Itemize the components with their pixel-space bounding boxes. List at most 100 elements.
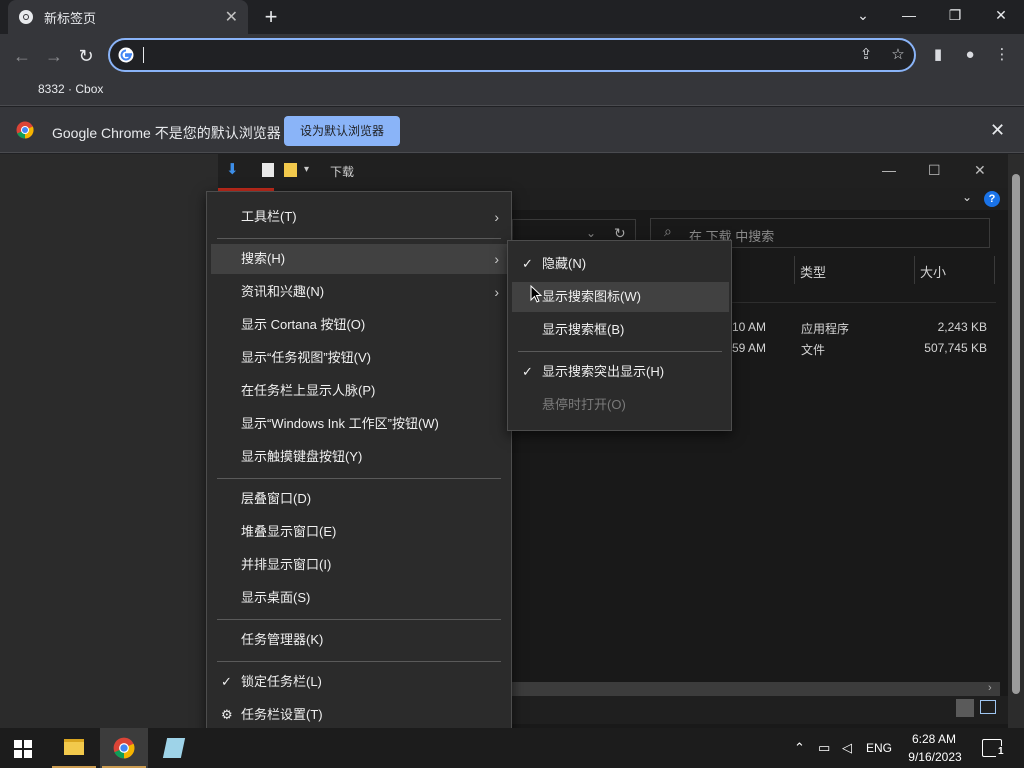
download-arrow-icon: ⬇ (226, 161, 239, 178)
menu-item-side-by-side[interactable]: 并排显示窗口(I) (211, 550, 507, 580)
folder-icon (64, 739, 84, 755)
chevron-right-icon: › (494, 251, 499, 267)
menu-item-cortana[interactable]: 显示 Cortana 按钮(O) (211, 310, 507, 340)
clock-time[interactable]: 6:28 AM (910, 732, 958, 746)
chrome-logo-icon (113, 737, 135, 759)
bookmarks-bar (0, 76, 1024, 106)
taskbar-app[interactable] (150, 728, 198, 768)
row-time: 59 AM (732, 341, 767, 355)
close-icon[interactable]: ✕ (225, 7, 238, 27)
address-dropdown-icon[interactable]: ⌄ (586, 226, 596, 240)
scroll-right-icon[interactable]: › (988, 682, 992, 694)
profile-icon[interactable]: ● (960, 46, 980, 64)
menu-item-label: 显示搜索框(B) (542, 322, 625, 337)
omnibox[interactable] (108, 38, 916, 72)
scrollbar-thumb[interactable] (1012, 174, 1020, 694)
menu-item-label: 显示“任务视图”按钮(V) (241, 350, 371, 365)
submenu-item-hidden[interactable]: ✓ 隐藏(N) (512, 249, 729, 279)
side-panel-icon[interactable]: ▮ (928, 46, 948, 64)
column-divider (994, 256, 995, 284)
menu-item-label: 锁定任务栏(L) (241, 674, 322, 689)
menu-separator (217, 478, 501, 479)
share-icon[interactable]: ⇪ (856, 46, 876, 64)
horizontal-scrollbar[interactable] (512, 682, 1000, 696)
explorer-title: 下载 (330, 165, 355, 179)
column-divider (914, 256, 915, 284)
menu-item-label: 任务栏设置(T) (241, 707, 323, 722)
menu-item-label: 显示 Cortana 按钮(O) (241, 317, 366, 332)
vertical-scrollbar[interactable] (1008, 154, 1024, 728)
ribbon-expand-icon[interactable]: ⌄ (962, 190, 972, 204)
forward-icon[interactable]: → (42, 44, 66, 68)
menu-item-stack[interactable]: 堆叠显示窗口(E) (211, 517, 507, 547)
minimize-icon[interactable]: — (886, 0, 932, 30)
new-tab-button[interactable]: + (258, 4, 284, 30)
column-header-size[interactable]: 大小 (920, 262, 946, 281)
tab-title: 新标签页 (44, 10, 97, 26)
menu-item-label: 显示搜索图标(W) (542, 289, 641, 304)
explorer-minimize-icon[interactable]: — (882, 162, 896, 178)
clock-date[interactable]: 9/16/2023 (904, 750, 966, 764)
menu-kebab-icon[interactable]: ⋮ (992, 46, 1012, 64)
menu-item-toolbars[interactable]: 工具栏(T) › (211, 202, 507, 232)
tab-search-icon[interactable]: ⌄ (840, 0, 886, 30)
bookmark-star-icon[interactable]: ☆ (888, 46, 908, 64)
folder-icon[interactable] (284, 163, 297, 177)
explorer-maximize-icon[interactable]: ☐ (928, 162, 941, 179)
taskbar-context-menu: 工具栏(T) › 搜索(H) › 资讯和兴趣(N) › 显示 Cortana 按钮(O… (206, 191, 512, 740)
menu-item-taskbar-settings[interactable]: ⚙ 任务栏设置(T) (211, 700, 507, 730)
taskbar-chrome[interactable] (100, 728, 148, 768)
menu-item-touch-keyboard[interactable]: 显示触摸键盘按钮(Y) (211, 442, 507, 472)
quick-access-dropdown-icon[interactable]: ▾ (304, 164, 309, 175)
menu-item-label: 在任务栏上显示人脉(P) (241, 383, 376, 398)
back-icon[interactable]: ← (10, 44, 34, 68)
restore-icon[interactable]: ❐ (932, 0, 978, 30)
menu-item-label: 并排显示窗口(I) (241, 557, 332, 572)
taskbar-file-explorer[interactable] (50, 728, 98, 768)
network-icon[interactable]: ▭ (818, 740, 830, 756)
properties-icon[interactable] (262, 163, 274, 177)
help-icon[interactable]: ? (984, 191, 1000, 207)
menu-item-cascade[interactable]: 层叠窗口(D) (211, 484, 507, 514)
checkmark-icon: ✓ (221, 674, 232, 689)
text-caret (143, 47, 144, 63)
start-windows-icon[interactable] (14, 740, 32, 758)
bookmark-item[interactable]: 8332 · Cbox (38, 82, 103, 96)
row-time: 10 AM (732, 320, 767, 334)
submenu-item-search-highlights[interactable]: ✓ 显示搜索突出显示(H) (512, 357, 729, 387)
explorer-close-icon[interactable]: ✕ (974, 162, 986, 179)
show-hidden-icons-icon[interactable]: ⌃ (794, 740, 805, 756)
set-default-browser-button[interactable]: 设为默认浏览器 (284, 116, 400, 146)
menu-item-label: 悬停时打开(O) (542, 397, 626, 412)
mouse-cursor-icon (530, 285, 542, 303)
large-icons-view-icon[interactable] (980, 700, 996, 714)
submenu-item-open-on-hover: 悬停时打开(O) (512, 390, 729, 420)
menu-item-search[interactable]: 搜索(H) › (211, 244, 507, 274)
menu-item-label: 工具栏(T) (241, 209, 297, 224)
volume-muted-icon[interactable]: ◁ (842, 740, 852, 756)
menu-item-label: 任务管理器(K) (241, 632, 324, 647)
menu-item-news-interests[interactable]: 资讯和兴趣(N) › (211, 277, 507, 307)
column-header-type[interactable]: 类型 (800, 262, 826, 281)
menu-item-windows-ink[interactable]: 显示“Windows Ink 工作区”按钮(W) (211, 409, 507, 439)
window-close-icon[interactable]: ✕ (978, 0, 1024, 30)
menu-item-people[interactable]: 在任务栏上显示人脉(P) (211, 376, 507, 406)
checkmark-icon: ✓ (522, 364, 533, 379)
reload-icon[interactable]: ↻ (74, 44, 98, 68)
menu-item-task-manager[interactable]: 任务管理器(K) (211, 625, 507, 655)
details-view-icon[interactable] (956, 699, 974, 717)
menu-item-label: 显示搜索突出显示(H) (542, 364, 665, 379)
row-size: 2,243 KB (937, 320, 987, 334)
menu-item-task-view[interactable]: 显示“任务视图”按钮(V) (211, 343, 507, 373)
submenu-item-show-search-box[interactable]: 显示搜索框(B) (512, 315, 729, 345)
menu-item-label: 资讯和兴趣(N) (241, 284, 325, 299)
menu-item-lock-taskbar[interactable]: ✓ 锁定任务栏(L) (211, 667, 507, 697)
row-size: 507,745 KB (924, 341, 987, 355)
notepad-icon (162, 738, 186, 758)
infobar-close-icon[interactable]: ✕ (990, 120, 1005, 141)
menu-item-label: 显示触摸键盘按钮(Y) (241, 449, 363, 464)
menu-item-show-desktop[interactable]: 显示桌面(S) (211, 583, 507, 613)
language-indicator[interactable]: ENG (866, 741, 892, 755)
tab-new-tab[interactable]: 新标签页 ✕ (8, 0, 248, 34)
submenu-item-show-search-icon[interactable]: 显示搜索图标(W) (512, 282, 729, 312)
